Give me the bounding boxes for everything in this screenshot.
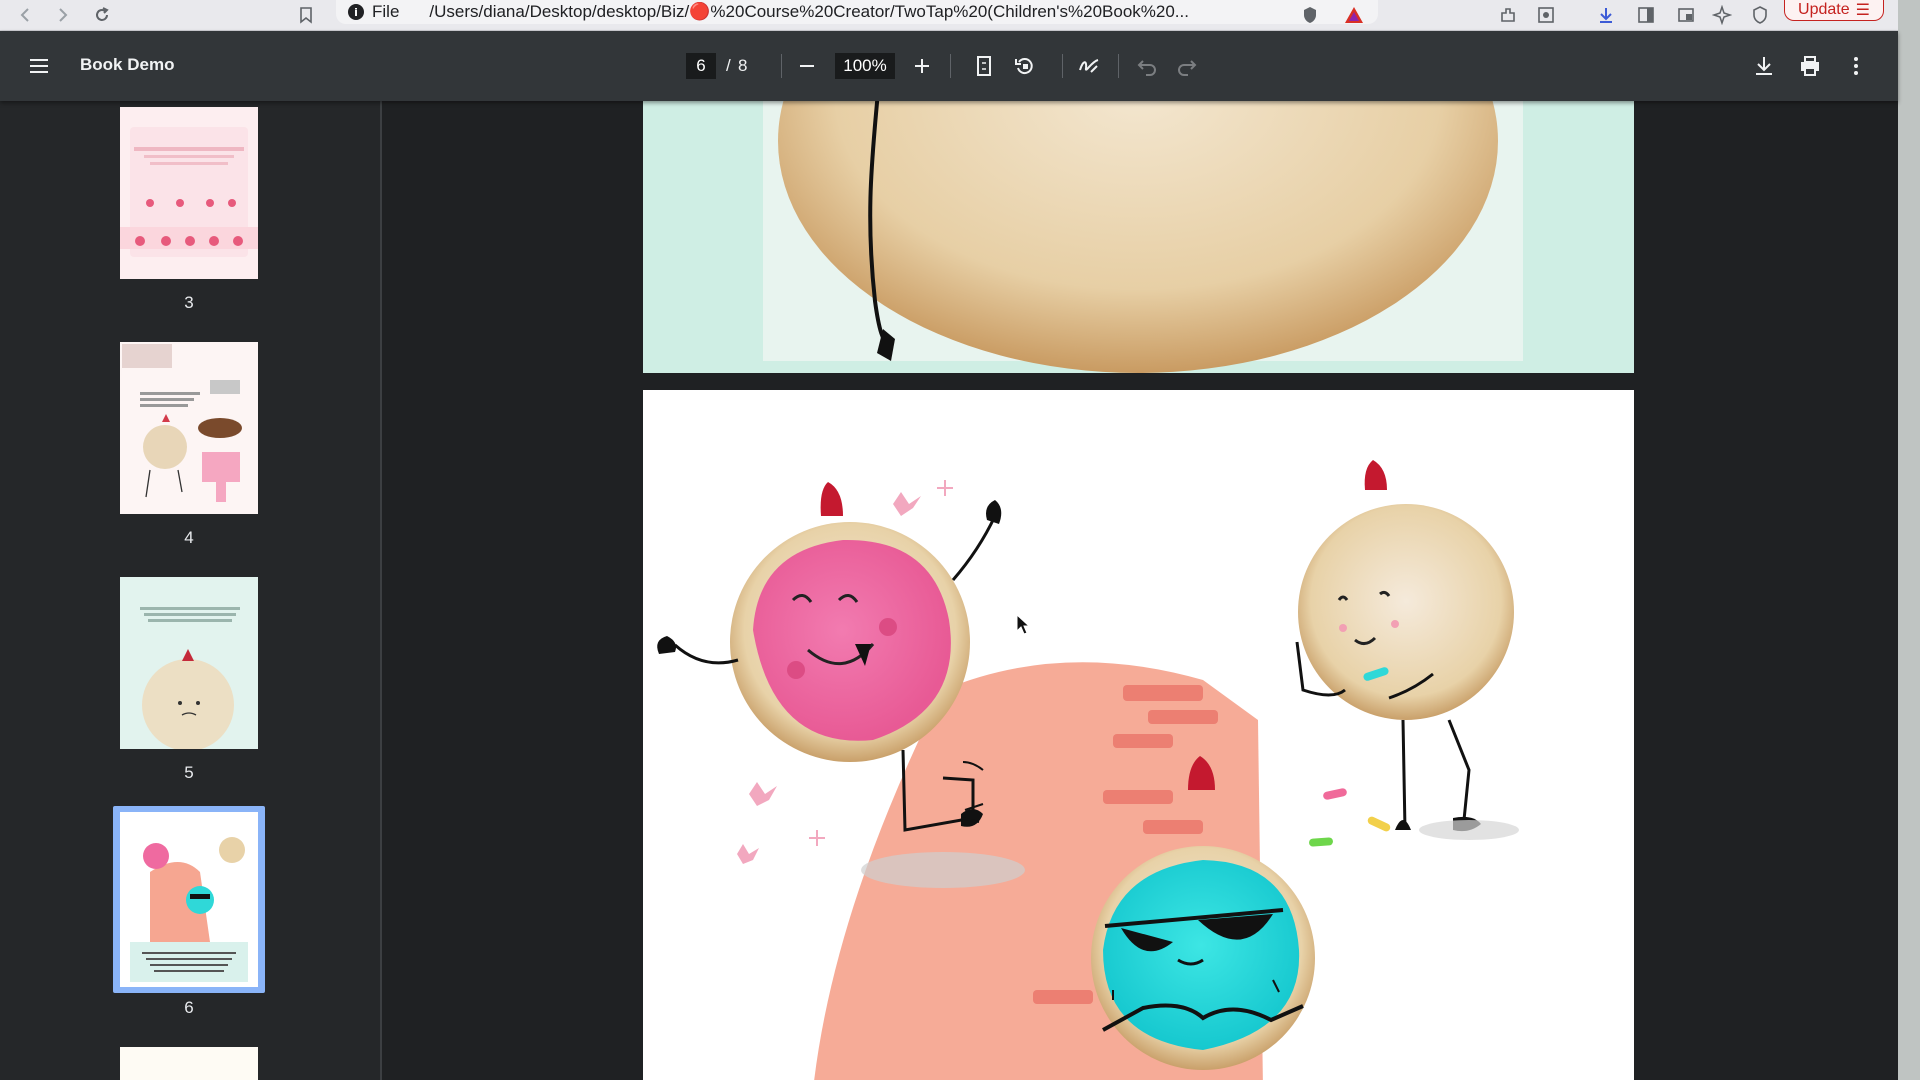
zoom-input[interactable]: 100% — [835, 53, 895, 79]
browser-toolbar: i File /Users/diana/Desktop/desktop/Biz/… — [0, 0, 1920, 31]
ai-icon[interactable] — [1712, 5, 1732, 25]
thumbnail-page-4[interactable] — [120, 342, 258, 514]
thumbnail-page-6[interactable] — [120, 812, 258, 987]
thumbnail-page-3[interactable] — [120, 107, 258, 279]
extensions-icon[interactable] — [1498, 5, 1518, 25]
pdf-page-5 — [643, 101, 1634, 373]
address-bar[interactable]: i File /Users/diana/Desktop/desktop/Biz/… — [336, 0, 1378, 24]
url-text[interactable]: /Users/diana/Desktop/desktop/Biz/🔴%20Cou… — [429, 2, 1189, 22]
toolbar-divider — [781, 54, 782, 78]
document-viewer[interactable] — [382, 101, 1898, 1080]
thumbnail-page-7[interactable] — [120, 1047, 258, 1080]
pdf-toolbar: Book Demo 6 / 8 100% — [0, 31, 1898, 101]
menu-icon[interactable] — [27, 54, 51, 78]
reload-icon[interactable] — [92, 5, 112, 25]
download-icon[interactable] — [1752, 54, 1776, 78]
desktop-background-edge — [1898, 0, 1920, 1080]
menu-icon: ☰ — [1855, 2, 1870, 19]
rotate-icon[interactable] — [1013, 54, 1037, 78]
thumbnail-label: 3 — [184, 293, 194, 312]
download-icon[interactable] — [1596, 5, 1616, 25]
warning-icon[interactable] — [1344, 5, 1364, 25]
zoom-in-icon[interactable] — [910, 54, 934, 78]
draw-icon[interactable] — [1077, 54, 1101, 78]
back-icon[interactable] — [16, 5, 36, 25]
page-total: 8 — [738, 56, 748, 75]
forward-icon[interactable] — [52, 5, 72, 25]
undo-icon[interactable] — [1135, 54, 1159, 78]
fit-page-icon[interactable] — [972, 54, 996, 78]
update-button[interactable]: Update ☰ — [1784, 0, 1884, 21]
tab-icon[interactable] — [1676, 5, 1696, 25]
bookmark-icon[interactable] — [296, 5, 316, 25]
vpn-icon[interactable] — [1750, 5, 1770, 25]
redo-icon[interactable] — [1175, 54, 1199, 78]
print-icon[interactable] — [1798, 54, 1822, 78]
zoom-out-icon[interactable] — [795, 54, 819, 78]
page-separator: / — [726, 56, 731, 75]
thumbnail-label: 5 — [184, 763, 194, 782]
toolbar-divider — [1118, 54, 1119, 78]
more-icon[interactable] — [1844, 54, 1868, 78]
url-scheme-label: File — [372, 2, 400, 21]
info-icon[interactable]: i — [348, 4, 364, 20]
cursor-icon — [1016, 614, 1030, 635]
sidebar-icon[interactable] — [1636, 5, 1656, 25]
document-title: Book Demo — [80, 55, 175, 74]
page-number-input[interactable]: 6 — [686, 53, 716, 79]
toolbar-divider — [1062, 54, 1063, 78]
update-label: Update — [1798, 1, 1850, 18]
pdf-page-6 — [643, 390, 1634, 1080]
screenshot-icon[interactable] — [1536, 5, 1556, 25]
thumbnail-sidebar: 3 4 5 6 — [0, 101, 382, 1080]
thumbnail-page-5[interactable] — [120, 577, 258, 749]
thumbnail-label: 6 — [184, 998, 194, 1017]
toolbar-divider — [950, 54, 951, 78]
shield-icon[interactable] — [1300, 5, 1320, 25]
thumbnail-label: 4 — [184, 528, 194, 547]
